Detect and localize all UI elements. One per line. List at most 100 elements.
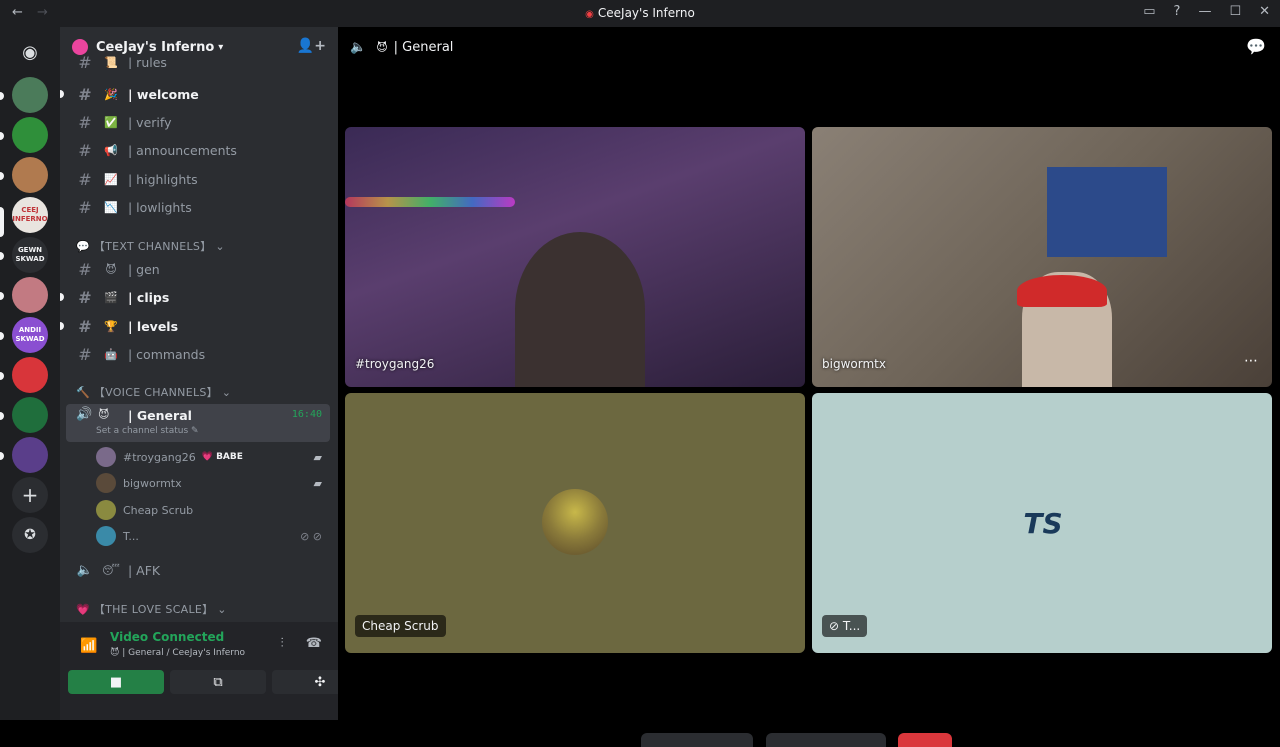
channel-rules[interactable]: # 📜 | rules — [68, 55, 330, 69]
channel-highlights[interactable]: # 📈 | highlights — [68, 166, 330, 192]
unread-pip — [0, 252, 4, 260]
unread-pip — [0, 412, 4, 420]
screen-share-icon: ⧉ — [213, 674, 223, 690]
discord-home-icon[interactable]: ◉ — [12, 34, 48, 70]
call-header: 🔈 😈 | General 💬 — [338, 27, 1280, 67]
hash-icon: # — [78, 55, 92, 69]
person-silhouette — [515, 232, 645, 387]
video-camera-icon: ▰ — [313, 476, 322, 490]
flag — [1047, 167, 1167, 257]
server-icon-1[interactable] — [12, 77, 48, 113]
server-icon-8[interactable] — [12, 357, 48, 393]
channel-emoji: 😈 — [98, 408, 110, 421]
connection-status: Video Connected — [110, 630, 225, 644]
back-arrow-icon[interactable]: ← — [12, 5, 23, 20]
channel-announcements[interactable]: # 📢 | announcements — [68, 137, 330, 163]
ceejay-inferno-server-icon[interactable]: CEEJ INFERNO — [12, 197, 48, 233]
channel-emoji: 🎬 — [104, 290, 118, 304]
team-logo-icon: TS — [1023, 506, 1063, 540]
avatar — [96, 447, 116, 467]
camera-button[interactable]: ■ — [68, 670, 164, 694]
help-icon[interactable]: ? — [1174, 4, 1181, 19]
hash-icon: # — [78, 140, 92, 160]
activities-icon: ✣ — [314, 674, 326, 690]
more-options-icon[interactable]: ⋯ — [1244, 353, 1258, 369]
panel-actions: ⫶ ☎ — [281, 636, 322, 651]
voice-channel-name: | General — [128, 408, 192, 423]
minimize-button[interactable]: — — [1198, 4, 1211, 19]
forward-arrow-icon[interactable]: → — [37, 5, 48, 20]
server-avatar-icon — [72, 39, 88, 55]
unread-pip — [0, 372, 4, 380]
server-icon-2[interactable] — [12, 117, 48, 153]
selected-pip — [0, 207, 4, 237]
voice-user-t[interactable]: T... ⊘ ⊘ — [96, 524, 330, 548]
server-icon-10[interactable] — [12, 437, 48, 473]
channel-levels[interactable]: # 🏆 | levels — [60, 313, 330, 339]
screen-share-button[interactable]: ⧉ — [170, 670, 266, 694]
video-tile-t[interactable]: TS ⊘ T... — [812, 393, 1272, 653]
unread-pip — [0, 452, 4, 460]
hash-icon: # — [78, 84, 92, 104]
voice-user-cheap-scrub[interactable]: Cheap Scrub — [96, 498, 330, 522]
unread-pip — [0, 172, 4, 180]
leave-call-button[interactable] — [898, 733, 952, 747]
channel-verify[interactable]: # ✅ | verify — [68, 109, 330, 135]
explore-compass-icon[interactable]: ✪ — [12, 517, 48, 553]
avatar — [96, 473, 116, 493]
activities-button[interactable]: ✣ — [272, 670, 338, 694]
mic-control[interactable] — [641, 733, 753, 747]
server-icon-3[interactable] — [12, 157, 48, 193]
video-tile-bigwormtx[interactable]: bigwormtx ⋯ — [812, 127, 1272, 387]
window-controls: ▭ ? — ☐ ✕ — [1143, 4, 1270, 19]
muted-deafened-icon: ⊘ ⊘ — [300, 529, 322, 543]
call-channel-name: | General — [393, 39, 454, 55]
video-tile-troygang26[interactable]: #troygang26 — [345, 127, 805, 387]
server-icon-9[interactable] — [12, 397, 48, 433]
participant-name: #troygang26 — [355, 357, 435, 371]
camera-control[interactable] — [766, 733, 886, 747]
channel-welcome[interactable]: # 🎉 | welcome — [60, 81, 330, 107]
voice-channel-general[interactable]: 🔊 😈 | General 16:40 Set a channel status… — [66, 404, 330, 442]
speech-bubble-icon: 💬 — [76, 240, 90, 253]
andii-skwad-server-icon[interactable]: ANDII SKWAD — [12, 317, 48, 353]
category-love-scale[interactable]: 💗 【THE LOVE SCALE】 ⌄ — [76, 601, 227, 617]
main-call-area: 🔈 😈 | General 💬 #troygang26 bigwormtx ⋯ … — [338, 27, 1280, 747]
hash-icon: # — [78, 287, 92, 307]
maximize-button[interactable]: ☐ — [1229, 4, 1241, 19]
voice-user-troygang26[interactable]: #troygang26 💗 BABE ▰ — [96, 445, 330, 469]
heart-icon: 💗 — [76, 603, 90, 616]
chevron-down-icon: ⌄ — [215, 240, 225, 253]
unread-pip — [0, 132, 4, 140]
gewn-skwad-server-icon[interactable]: GEWN SKWAD — [12, 237, 48, 273]
category-text-channels[interactable]: 💬 【TEXT CHANNELS】 ⌄ — [76, 238, 225, 254]
channel-commands[interactable]: # 🤖 | commands — [68, 341, 330, 367]
hash-icon: # — [78, 316, 92, 336]
channel-status[interactable]: Set a channel status ✎ — [96, 426, 199, 436]
invite-people-icon[interactable]: 👤+ — [297, 38, 326, 54]
category-voice-channels[interactable]: 🔨 【VOICE CHANNELS】 ⌄ — [76, 384, 231, 400]
disconnect-icon[interactable]: ☎ — [306, 636, 322, 651]
chat-bubble-icon[interactable]: 💬 — [1246, 37, 1266, 56]
channel-gen[interactable]: # 😈 | gen — [68, 256, 330, 282]
hash-icon: # — [78, 197, 92, 217]
server-icon-6[interactable] — [12, 277, 48, 313]
avatar — [96, 526, 116, 546]
channel-emoji: 📜 — [104, 55, 118, 69]
voice-channel-afk[interactable]: 🔈 😴 | AFK — [68, 557, 330, 583]
inbox-icon[interactable]: ▭ — [1143, 4, 1155, 19]
unread-pip — [0, 92, 4, 100]
channel-emoji: 😴 — [102, 563, 120, 577]
participant-name: bigwormtx — [822, 357, 886, 371]
noise-suppression-icon[interactable]: ⫶ — [281, 636, 284, 651]
channel-lowlights[interactable]: # 📉 | lowlights — [68, 194, 330, 220]
inferno-logo-icon: ◉ — [585, 9, 594, 20]
unread-pip — [0, 292, 4, 300]
speaker-icon: 🔊 — [76, 407, 93, 422]
close-button[interactable]: ✕ — [1259, 4, 1270, 19]
voice-user-bigwormtx[interactable]: bigwormtx ▰ — [96, 471, 330, 495]
channel-emoji: ✅ — [104, 115, 118, 129]
channel-clips[interactable]: # 🎬 | clips — [60, 284, 330, 310]
add-server-icon[interactable]: + — [12, 477, 48, 513]
video-tile-cheap-scrub[interactable]: Cheap Scrub — [345, 393, 805, 653]
